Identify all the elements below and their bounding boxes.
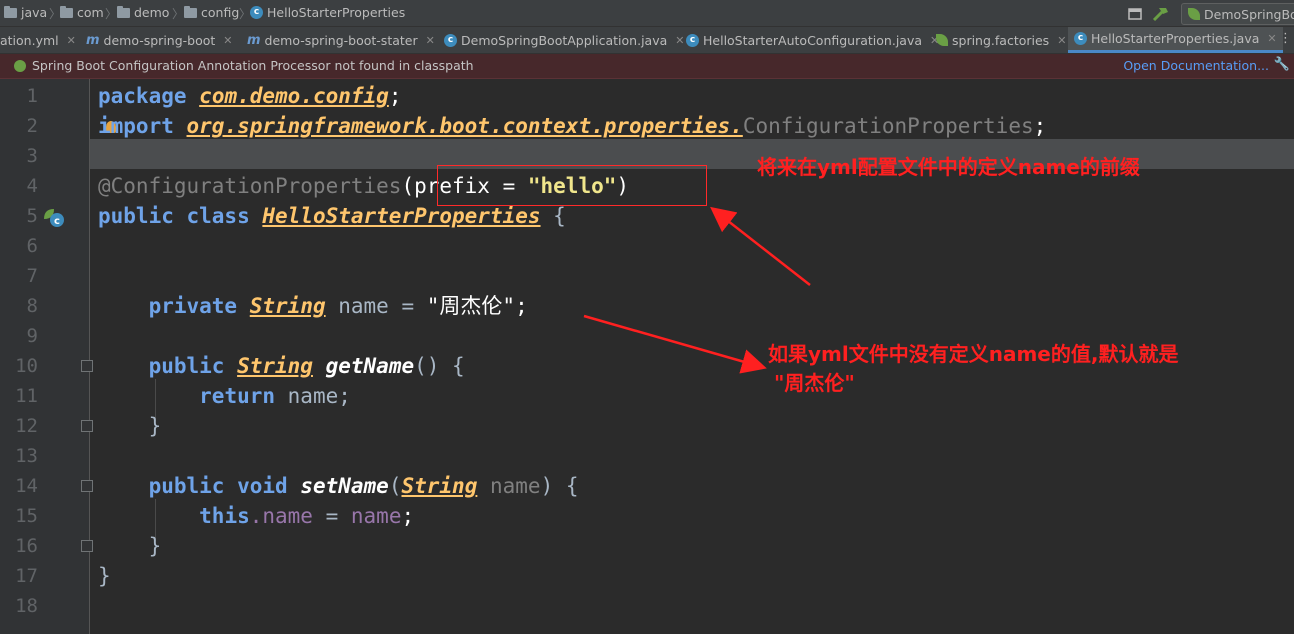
arrow-1 (710, 206, 811, 286)
annotation-note-1: 将来在yml配置文件中的定义name的前缀 (757, 155, 1140, 179)
arrow-2 (583, 314, 767, 374)
annotation-note-2-line-1: 如果yml文件中没有定义name的值,默认就是 (768, 342, 1179, 366)
annotation-note-2-line-2: "周杰伦" (774, 371, 855, 395)
annotation-arrows (583, 206, 811, 374)
